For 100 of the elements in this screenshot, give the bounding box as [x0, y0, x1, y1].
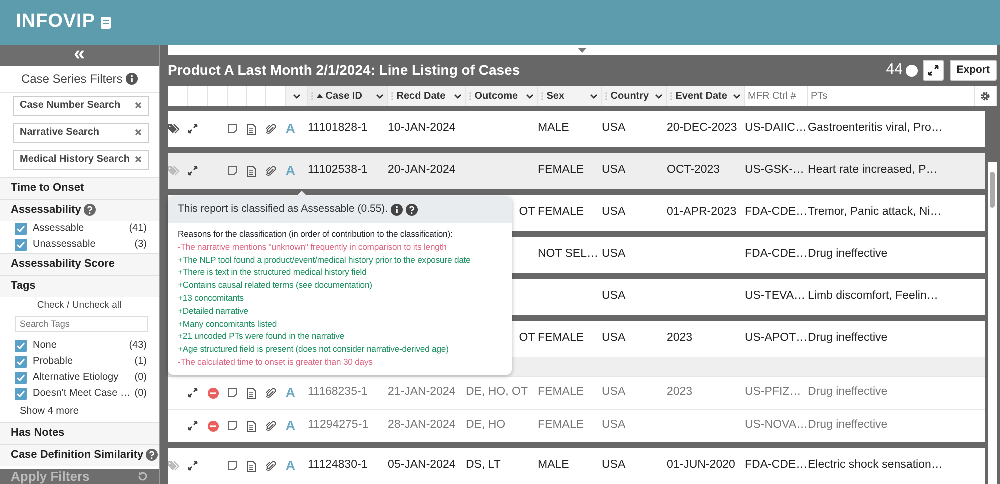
reason-text: +The NLP tool found a product/event/medical history prior to the exposure date [178, 254, 472, 266]
settings-icon[interactable] [980, 90, 991, 102]
table-cell: FEMALE [538, 206, 584, 218]
info-icon[interactable] [126, 73, 138, 85]
note-icon[interactable] [228, 421, 238, 431]
caret-icon[interactable] [578, 48, 587, 52]
expand-icon[interactable] [188, 421, 198, 431]
note-icon[interactable] [228, 388, 238, 398]
expand-icon[interactable] [188, 388, 198, 398]
panel-title: Case Series Filters [21, 71, 123, 88]
table-row[interactable]: A 11101828-1 10-JAN-2024 MALE USA 20-DEC-2023 US-DAIIC…Gastroenteritis viral, Pro… [168, 111, 985, 147]
expand-icon[interactable] [188, 461, 198, 471]
table-cell: FEMALE [538, 386, 584, 398]
table-row[interactable]: A 11124830-1 05-JAN-2024 DS, LT MALE USA 01-JUN-2020 FDA-CDE…Electric shock sensation… [168, 448, 985, 484]
reason-text: +Detailed narrative [178, 304, 250, 318]
paperclip-icon[interactable] [266, 388, 276, 398]
table-row[interactable]: A 11102538-1 20-JAN-2024 FEMALE USA OCT-2023 US-GSK-… Heart rate increased, P… [168, 153, 985, 189]
uncheck-all-link[interactable]: Uncheck [72, 298, 110, 313]
document-icon[interactable] [247, 420, 256, 432]
table-cell: USA [602, 164, 626, 176]
table-cell: MALE [538, 459, 570, 472]
expand-icon [928, 65, 940, 76]
note-icon[interactable] [228, 166, 238, 176]
drag-handle-icon[interactable] [541, 92, 544, 100]
show-more-link[interactable]: Show 4 more [20, 404, 79, 420]
collapse-button[interactable]: « [0, 45, 159, 66]
table-cell: FDA-CDE… [745, 459, 808, 472]
document-icon[interactable] [247, 166, 256, 176]
checkbox[interactable] [15, 222, 27, 235]
note-icon[interactable] [228, 124, 238, 134]
table-cell: FEMALE [538, 419, 584, 432]
expand-button[interactable] [923, 60, 944, 81]
table-cell: FEMALE [538, 332, 584, 344]
document-icon[interactable] [247, 388, 256, 398]
document-icon[interactable] [247, 460, 256, 472]
chevron-icon[interactable] [733, 94, 741, 98]
table-cell: Drug ineffective [808, 419, 888, 432]
remove-icon[interactable] [208, 420, 219, 432]
paperclip-icon[interactable] [266, 460, 276, 472]
search-filter-chip[interactable]: Medical History Search [13, 150, 149, 170]
export-button[interactable]: Export [950, 60, 997, 81]
close-icon[interactable] [135, 102, 142, 110]
paperclip-icon[interactable] [266, 420, 276, 432]
table-cell: Tremor, Panic attack, Ni… [808, 206, 942, 218]
checkbox-label: Probable [33, 355, 74, 370]
chevron-icon[interactable] [376, 94, 384, 98]
table-cell: 2023 [667, 332, 693, 344]
case-id-cell: 11168235-1 [308, 386, 368, 398]
reason-text: +Age structured field is present (does not consider narrative-derived age) [178, 343, 450, 356]
chevron-icon[interactable] [526, 94, 534, 98]
count-label: (1) [134, 355, 147, 370]
section-heading[interactable]: Tags [11, 278, 36, 294]
drag-handle-icon[interactable] [670, 92, 673, 100]
sort-menu-button[interactable] [286, 86, 308, 106]
table-cell: Limb discomfort, Feelin… [808, 290, 938, 302]
chevron-icon[interactable] [454, 94, 462, 98]
table-cell: 01-JUN-2020 [667, 459, 736, 472]
search-filter-chip[interactable]: Case Number Search [13, 96, 149, 116]
search-filter-chip[interactable]: Narrative Search [13, 122, 149, 143]
drag-handle-icon[interactable] [391, 92, 394, 100]
table-cell: US-NOVA… [745, 419, 808, 432]
check-all-link[interactable]: Check [37, 298, 64, 313]
checkbox[interactable] [15, 372, 27, 384]
expand-icon[interactable] [188, 124, 198, 134]
close-icon[interactable] [135, 129, 142, 136]
close-icon[interactable] [135, 156, 142, 164]
chevron-icon [292, 94, 300, 98]
scrollbar[interactable] [988, 162, 997, 484]
checkbox[interactable] [15, 356, 27, 368]
sort-ascending-icon [316, 94, 323, 98]
note-icon[interactable] [228, 461, 238, 471]
reason-text: -The calculated time to onset is greater than 30 days [178, 356, 374, 369]
table-cell: OT [519, 332, 536, 344]
table-cell: 2023 [667, 386, 693, 398]
reason-text: +21 uncoded PTs were found in the narrative [178, 330, 346, 344]
checkbox-label: Unassessable [33, 238, 97, 252]
drag-handle-icon[interactable] [605, 92, 608, 100]
checkbox[interactable] [15, 340, 27, 352]
checkbox[interactable] [15, 388, 27, 400]
checkbox[interactable] [15, 238, 27, 251]
table-cell: DE, HO, OT [466, 386, 528, 398]
remove-icon[interactable] [208, 388, 219, 398]
drag-handle-icon[interactable] [469, 92, 472, 100]
paperclip-icon[interactable] [266, 166, 276, 176]
document-icon[interactable] [247, 124, 256, 134]
paperclip-icon[interactable] [266, 124, 276, 134]
reason-text: -The narrative mentions "unknown" frequently in comparison to its length [178, 240, 448, 254]
expand-icon[interactable] [188, 166, 198, 176]
case-id-cell: 11124830-1 [308, 459, 368, 472]
chevron-icon[interactable] [590, 94, 598, 98]
reset-icon[interactable] [137, 471, 148, 482]
table-cell: 05-JAN-2024 [388, 459, 456, 472]
tag-icon[interactable] [168, 124, 180, 134]
search-field[interactable]: Search Tags [15, 316, 148, 332]
table-cell: US-DAIIC… [745, 122, 807, 134]
table-cell: OT [519, 206, 536, 218]
info-icon[interactable] [390, 204, 403, 216]
checkbox-label: None [33, 339, 58, 354]
chevron-icon[interactable] [655, 94, 663, 98]
listing-title: Product A Last Month 2/1/2024: Line Listing of Cases [168, 61, 522, 80]
